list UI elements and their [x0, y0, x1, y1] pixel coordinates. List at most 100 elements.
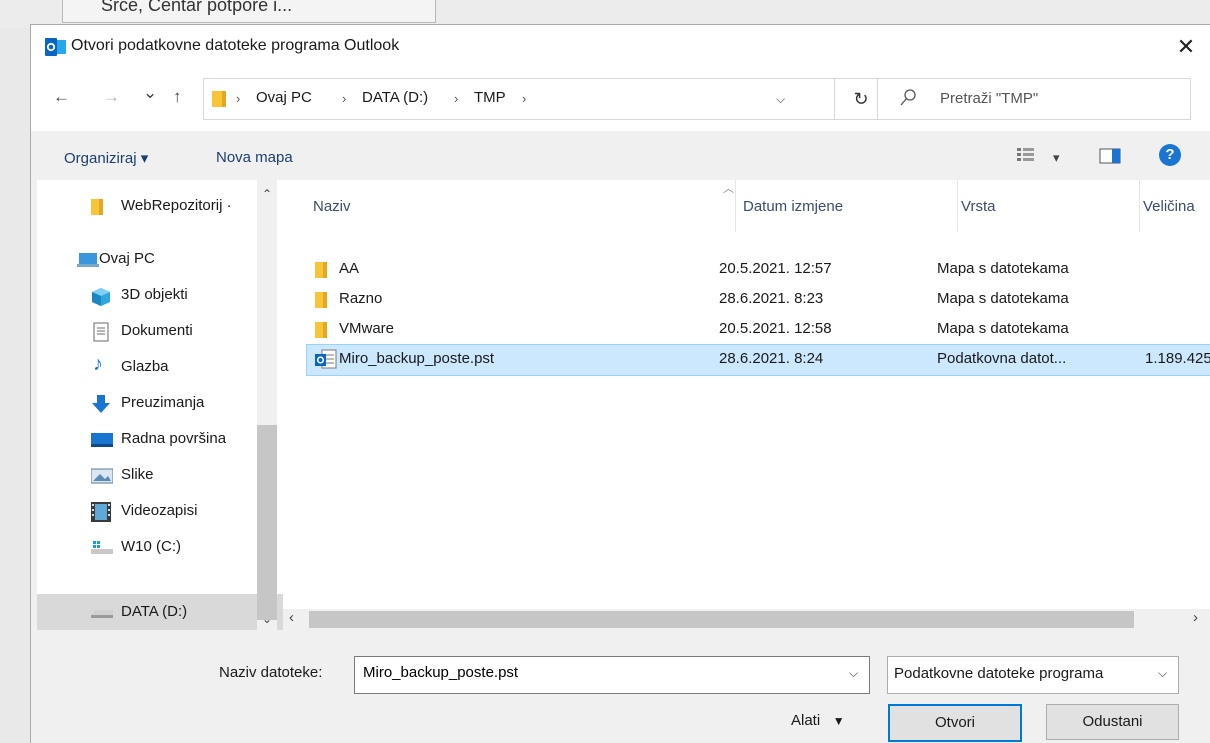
- file-type: Mapa s datotekama: [937, 290, 1069, 307]
- view-dropdown-icon[interactable]: ▾: [1053, 150, 1060, 166]
- breadcrumb-item[interactable]: Ovaj PC: [256, 89, 312, 106]
- outlook-data-file-icon: [315, 349, 337, 369]
- recent-locations-icon[interactable]: ⌄: [143, 83, 157, 103]
- column-divider[interactable]: [1139, 180, 1140, 232]
- preview-pane-icon[interactable]: [1099, 147, 1121, 165]
- background-tab: Srce, Centar potpore i...: [62, 0, 436, 23]
- sidebar-item-label: Ovaj PC: [99, 250, 155, 267]
- close-icon[interactable]: ✕: [1171, 33, 1201, 61]
- search-box[interactable]: Pretraži "TMP": [877, 78, 1191, 120]
- breadcrumb-separator: ›: [342, 91, 347, 106]
- folder-icon: [315, 292, 327, 308]
- sidebar-item-w10-c[interactable]: W10 (C:): [37, 529, 283, 565]
- file-name: Razno: [339, 290, 383, 307]
- file-type: Mapa s datotekama: [937, 260, 1069, 277]
- address-bar[interactable]: › Ovaj PC › DATA (D:) › TMP › ⌵: [203, 78, 835, 120]
- sidebar-item-radna-povrsina[interactable]: Radna površina: [37, 421, 283, 457]
- forward-arrow-icon[interactable]: →: [103, 87, 120, 107]
- sidebar-item-webrepozitorij[interactable]: WebRepozitorij ·: [37, 188, 283, 224]
- view-options-icon[interactable]: [1016, 147, 1036, 163]
- sidebar-item-label: Preuzimanja: [121, 394, 205, 411]
- column-header-type[interactable]: Vrsta: [961, 198, 995, 215]
- file-list[interactable]: ︿ Naziv Datum izmjene Vrsta Veličina AA …: [283, 180, 1210, 630]
- chevron-up-icon[interactable]: ⌃: [257, 187, 277, 201]
- chevron-down-icon[interactable]: ⌄: [257, 612, 277, 626]
- folder-icon: [91, 199, 103, 215]
- cancel-button[interactable]: Odustani: [1046, 704, 1179, 740]
- tools-label: Alati: [791, 712, 821, 729]
- breadcrumb-separator: ›: [522, 91, 527, 106]
- column-header-date[interactable]: Datum izmjene: [743, 198, 843, 215]
- file-date: 28.6.2021. 8:23: [719, 290, 824, 307]
- file-row[interactable]: VMware 20.5.2021. 12:58 Mapa s datotekam…: [307, 315, 1210, 345]
- sidebar-item-preuzimanja[interactable]: Preuzimanja: [37, 385, 283, 421]
- breadcrumb-separator: ›: [454, 91, 459, 106]
- scroll-left-icon[interactable]: ‹: [289, 609, 294, 626]
- scroll-right-icon[interactable]: ›: [1193, 609, 1198, 626]
- horizontal-scroll-thumb[interactable]: [309, 611, 1134, 628]
- file-date: 20.5.2021. 12:58: [719, 320, 832, 337]
- command-bar: Organiziraj ▾ Nova mapa ▾ ?: [31, 131, 1210, 179]
- sidebar-item-dokumenti[interactable]: Dokumenti: [37, 313, 283, 349]
- desktop-icon: [91, 433, 113, 447]
- dialog-footer: Naziv datoteke: ⌵ Podatkovne datoteke pr…: [31, 630, 1210, 743]
- chevron-down-icon[interactable]: ⌵: [849, 666, 858, 681]
- back-arrow-icon[interactable]: ←: [53, 87, 70, 107]
- filetype-value: Podatkovne datoteke programa: [894, 665, 1104, 682]
- tools-button[interactable]: Alati ▼: [791, 712, 845, 729]
- title-bar: Otvori podatkovne datoteke programa Outl…: [31, 25, 1210, 69]
- sidebar-item-label: WebRepozitorij ·: [121, 197, 232, 214]
- column-divider[interactable]: [735, 180, 736, 232]
- open-button[interactable]: Otvori: [888, 704, 1022, 742]
- breadcrumb-item[interactable]: DATA (D:): [362, 89, 428, 106]
- filename-label: Naziv datoteke:: [219, 664, 323, 681]
- sidebar-item-3d-objekti[interactable]: 3D objekti: [37, 277, 283, 313]
- dialog-title: Otvori podatkovne datoteke programa Outl…: [71, 37, 400, 54]
- breadcrumb-separator: ›: [236, 91, 241, 106]
- background-tab-label: Srce, Centar potpore i...: [101, 0, 293, 15]
- sidebar-item-ovaj-pc[interactable]: Ovaj PC: [37, 241, 283, 277]
- filename-field[interactable]: ⌵: [354, 656, 870, 694]
- filetype-select[interactable]: Podatkovne datoteke programa ⌵: [887, 656, 1179, 694]
- folder-icon: [315, 262, 327, 278]
- sidebar-item-videozapisi[interactable]: Videozapisi: [37, 493, 283, 529]
- sidebar-item-data-d[interactable]: DATA (D:): [37, 594, 283, 630]
- downloads-icon: [92, 395, 110, 413]
- file-date: 28.6.2021. 8:24: [719, 350, 824, 367]
- new-folder-button[interactable]: Nova mapa: [216, 149, 293, 166]
- file-name: VMware: [339, 320, 395, 337]
- music-icon: ♪: [93, 353, 103, 375]
- open-file-dialog: Otvori podatkovne datoteke programa Outl…: [30, 24, 1210, 743]
- sidebar-item-slike[interactable]: Slike: [37, 457, 283, 493]
- computer-icon: [77, 253, 99, 267]
- chevron-down-icon[interactable]: ⌵: [776, 92, 785, 107]
- file-type: Mapa s datotekama: [937, 320, 1069, 337]
- column-header-name[interactable]: Naziv: [313, 198, 351, 215]
- search-icon: [900, 89, 916, 106]
- file-row-selected[interactable]: Miro_backup_poste.pst 28.6.2021. 8:24 Po…: [306, 344, 1210, 376]
- sidebar-item-label: DATA (D:): [121, 603, 188, 620]
- breadcrumb-item[interactable]: TMP: [474, 89, 506, 106]
- sidebar-item-label: 3D objekti: [121, 286, 188, 303]
- drive-icon: [91, 610, 113, 618]
- pictures-icon: [91, 468, 113, 484]
- up-arrow-icon[interactable]: ↑: [173, 87, 182, 107]
- filename-input[interactable]: [361, 663, 835, 682]
- file-row[interactable]: Razno 28.6.2021. 8:23 Mapa s datotekama: [307, 285, 1210, 315]
- outlook-icon: [45, 38, 66, 56]
- file-row[interactable]: AA 20.5.2021. 12:57 Mapa s datotekama: [307, 255, 1210, 285]
- organize-button[interactable]: Organiziraj ▾: [64, 149, 148, 167]
- sidebar-item-label: Glazba: [121, 358, 169, 375]
- sidebar-item-label: W10 (C:): [121, 538, 181, 555]
- sidebar-scroll-thumb[interactable]: [257, 425, 277, 620]
- sidebar-item-glazba[interactable]: ♪ Glazba: [37, 349, 283, 385]
- file-size: 1.189.425: [1145, 350, 1210, 367]
- navigation-pane[interactable]: WebRepozitorij · Ovaj PC 3D objekti Doku…: [37, 180, 283, 630]
- column-divider[interactable]: [957, 180, 958, 232]
- search-placeholder: Pretraži "TMP": [940, 90, 1039, 107]
- column-header-size[interactable]: Veličina: [1143, 198, 1195, 215]
- help-icon[interactable]: ?: [1159, 144, 1181, 166]
- file-date: 20.5.2021. 12:57: [719, 260, 832, 277]
- sort-ascending-icon: ︿: [723, 183, 734, 195]
- navigation-bar: ← → ⌄ ↑ › Ovaj PC › DATA (D:) › TMP › ⌵ …: [31, 69, 1210, 131]
